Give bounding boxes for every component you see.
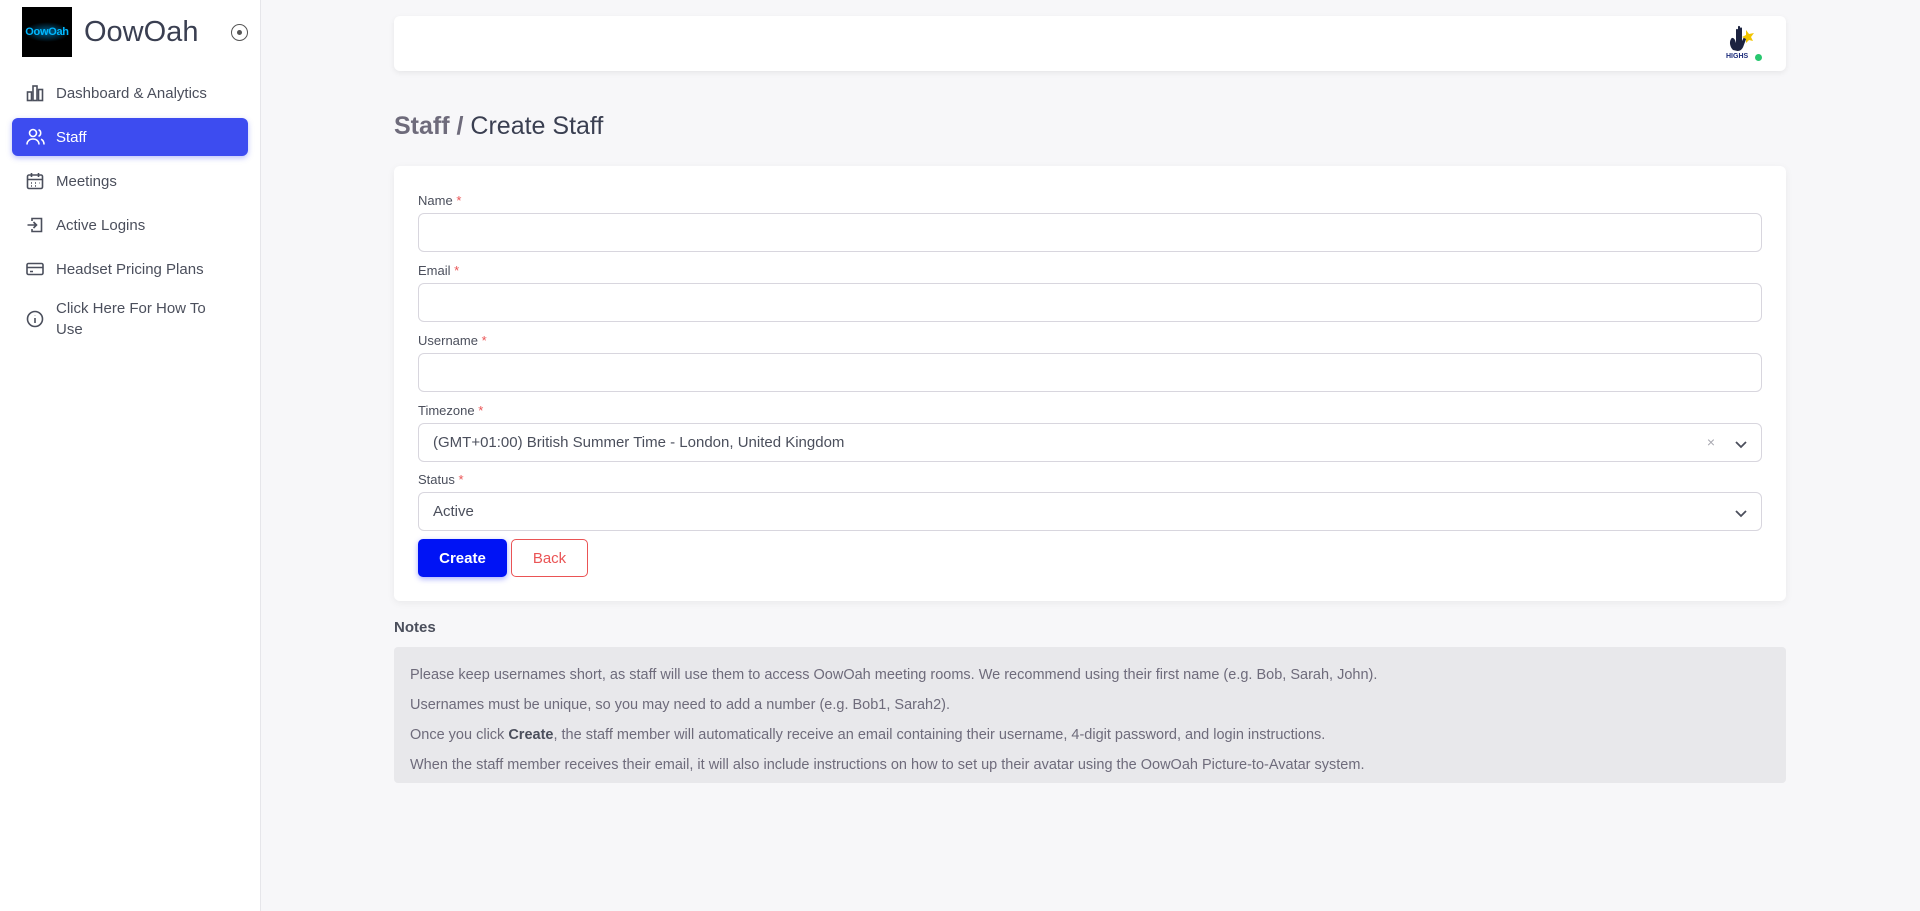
- clear-icon[interactable]: ×: [1707, 434, 1715, 450]
- sidebar-nav: Dashboard & Analytics Staff Meetings Act…: [12, 74, 248, 350]
- status-value: Active: [433, 503, 474, 520]
- brand-logo-text: OowOah: [25, 26, 69, 38]
- back-button[interactable]: Back: [511, 539, 588, 577]
- email-label: Email *: [418, 263, 460, 278]
- users-icon: [25, 127, 45, 147]
- credit-card-icon: [25, 259, 45, 279]
- sidebar-item-staff[interactable]: Staff: [12, 118, 248, 156]
- name-field[interactable]: [418, 213, 1762, 252]
- create-button[interactable]: Create: [418, 539, 507, 577]
- calendar-icon: [25, 171, 45, 191]
- sidebar-item-label: Dashboard & Analytics: [56, 84, 207, 102]
- timezone-label: Timezone *: [418, 403, 484, 418]
- brand: OowOah OowOah: [22, 7, 248, 57]
- chevron-down-icon[interactable]: [1733, 436, 1749, 452]
- sidebar-item-label: Staff: [56, 128, 87, 146]
- name-label: Name *: [418, 193, 462, 208]
- breadcrumb-current: Create Staff: [470, 112, 604, 140]
- notes-title: Notes: [394, 619, 436, 636]
- brand-logo[interactable]: OowOah: [22, 7, 72, 57]
- status-select[interactable]: Active: [418, 492, 1762, 531]
- sidebar-item-how-to-use[interactable]: Click Here For How To Use: [12, 294, 248, 344]
- note-line: When the staff member receives their ema…: [410, 757, 1365, 773]
- sidebar-item-active-logins[interactable]: Active Logins: [12, 206, 248, 244]
- timezone-select[interactable]: (GMT+01:00) British Summer Time - London…: [418, 423, 1762, 462]
- sidebar-item-label: Headset Pricing Plans: [56, 260, 204, 278]
- bar-chart-icon: [25, 83, 45, 103]
- info-icon: [25, 309, 45, 329]
- sidebar-item-headset-pricing[interactable]: Headset Pricing Plans: [12, 250, 248, 288]
- email-field[interactable]: [418, 283, 1762, 322]
- note-line: Usernames must be unique, so you may nee…: [410, 697, 951, 713]
- breadcrumb-parent[interactable]: Staff: [394, 112, 450, 140]
- create-staff-form: Name * Email * Username * Timezone * (GM…: [394, 166, 1786, 601]
- online-status-badge: [1754, 53, 1763, 62]
- sidebar-item-label: Meetings: [56, 172, 117, 190]
- notes-box: Please keep usernames short, as staff wi…: [394, 647, 1786, 783]
- sidebar: OowOah OowOah Dashboard & Analytics Staf…: [0, 0, 261, 911]
- avatar-text: HIGHS: [1726, 53, 1749, 60]
- breadcrumb-separator: /: [456, 112, 464, 140]
- sidebar-item-label: Click Here For How To Use: [56, 300, 206, 338]
- brand-name: OowOah: [84, 15, 199, 48]
- username-label: Username *: [418, 333, 487, 348]
- chevron-down-icon[interactable]: [1733, 505, 1749, 521]
- sidebar-item-label: Active Logins: [56, 216, 146, 234]
- username-field[interactable]: [418, 353, 1762, 392]
- sidebar-toggle-icon[interactable]: [231, 24, 248, 41]
- avatar[interactable]: HIGHS: [1724, 24, 1763, 64]
- top-navbar: HIGHS: [394, 16, 1786, 71]
- log-in-icon: [25, 215, 45, 235]
- hand-logo-icon: [1729, 25, 1754, 51]
- note-line: Please keep usernames short, as staff wi…: [410, 667, 1378, 683]
- note-line: Once you click Create, the staff member …: [410, 727, 1326, 743]
- timezone-value: (GMT+01:00) British Summer Time - London…: [433, 434, 845, 451]
- status-label: Status *: [418, 472, 464, 487]
- sidebar-item-dashboard[interactable]: Dashboard & Analytics: [12, 74, 248, 112]
- sidebar-item-meetings[interactable]: Meetings: [12, 162, 248, 200]
- page-title: Staff / Create Staff: [394, 112, 603, 141]
